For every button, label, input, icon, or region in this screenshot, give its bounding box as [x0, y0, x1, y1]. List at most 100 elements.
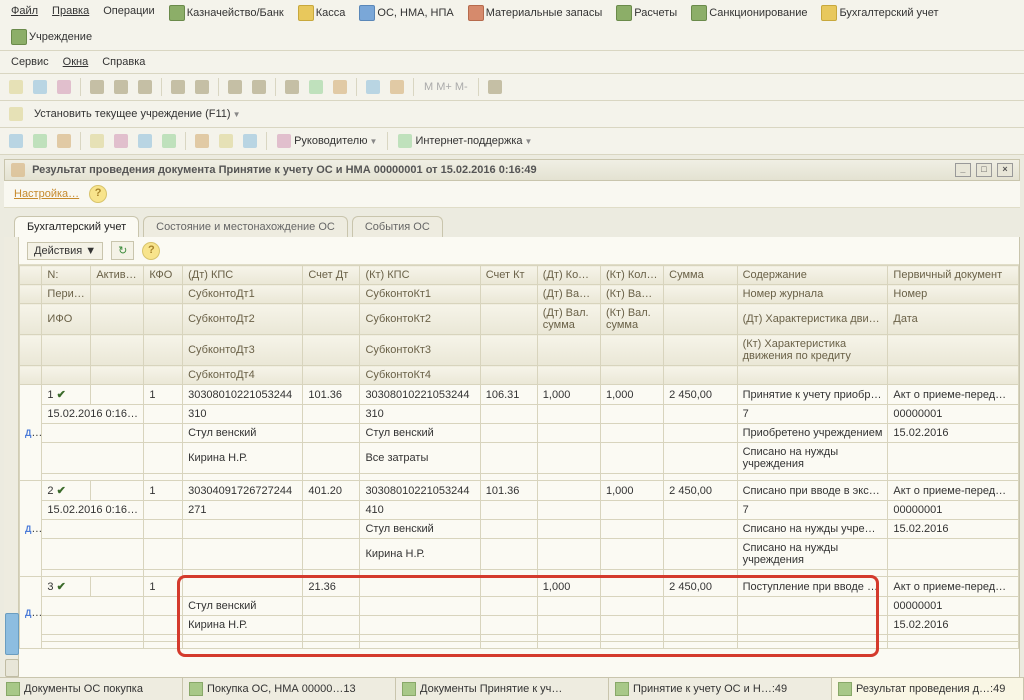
menu-edit[interactable]: Правка — [47, 3, 94, 23]
tb-new-icon[interactable] — [6, 77, 26, 97]
menu-sanction[interactable]: Санкционирование — [686, 3, 812, 23]
col-header[interactable]: СубконтоКт3 — [360, 335, 480, 366]
tb-d-icon[interactable] — [306, 77, 326, 97]
col-header[interactable]: ИФО — [42, 304, 91, 335]
col-header[interactable]: (Дт) КПС — [183, 266, 303, 285]
table-row[interactable]: Кирина Н.Р.Все затратыСписано на нужды у… — [20, 443, 1019, 474]
menu-cash[interactable]: Касса — [293, 3, 351, 23]
status-tab-3[interactable]: Принятие к учету ОС и Н…:49 — [609, 678, 832, 700]
tb-wrench-icon[interactable] — [485, 77, 505, 97]
tb-a-icon[interactable] — [225, 77, 245, 97]
table-row[interactable]: ДК3 ✔121.361,0002 450,00Поступление при … — [20, 577, 1019, 597]
table-row[interactable] — [20, 642, 1019, 649]
status-tab-0[interactable]: Документы ОС покупка — [0, 678, 183, 700]
col-header[interactable]: Дата — [888, 304, 1019, 335]
col-header[interactable]: Номер — [888, 285, 1019, 304]
col-header[interactable] — [480, 304, 537, 335]
tb-set-org[interactable]: Установить текущее учреждение (F11)▼ — [30, 106, 245, 122]
col-header[interactable] — [91, 366, 144, 385]
table-row[interactable]: Стул венский00000001 — [20, 597, 1019, 616]
col-header[interactable]: Первичный документ — [888, 266, 1019, 285]
tb-cal-icon[interactable] — [387, 77, 407, 97]
table-row[interactable]: Кирина Н.Р.Списано на нужды учреждения — [20, 539, 1019, 570]
table-row[interactable]: ДК1 ✔130308010221053244101.3630308010221… — [20, 385, 1019, 405]
menu-materials[interactable]: Материальные запасы — [463, 3, 608, 23]
gutter-scroll-icon[interactable] — [5, 613, 19, 655]
col-header[interactable] — [91, 335, 144, 366]
status-tab-2[interactable]: Документы Принятие к уч… — [396, 678, 609, 700]
col-header[interactable]: (Дт) Коли… — [537, 266, 600, 285]
t3-8-icon[interactable] — [192, 131, 212, 151]
col-header[interactable] — [537, 335, 600, 366]
col-header[interactable]: (Кт) КПС — [360, 266, 480, 285]
col-header[interactable] — [144, 304, 183, 335]
col-header[interactable] — [144, 335, 183, 366]
col-header[interactable] — [144, 285, 183, 304]
menu-file[interactable]: Файл — [6, 3, 43, 23]
window-close-icon[interactable]: × — [997, 163, 1013, 177]
col-header[interactable] — [480, 285, 537, 304]
col-header[interactable] — [303, 335, 360, 366]
col-header[interactable] — [20, 304, 42, 335]
col-header[interactable] — [664, 366, 737, 385]
col-header[interactable] — [303, 366, 360, 385]
tb-cut-icon[interactable] — [87, 77, 107, 97]
tb-paste-icon[interactable] — [135, 77, 155, 97]
col-header[interactable]: СубконтоДт3 — [183, 335, 303, 366]
t3-1-icon[interactable] — [6, 131, 26, 151]
col-header[interactable] — [144, 366, 183, 385]
table-row[interactable] — [20, 570, 1019, 577]
col-header[interactable]: Сумма — [664, 266, 737, 285]
menu-calculations[interactable]: Расчеты — [611, 3, 682, 23]
table-row[interactable] — [20, 474, 1019, 481]
tab-events[interactable]: События ОС — [352, 216, 443, 237]
col-header[interactable] — [91, 285, 144, 304]
col-header[interactable] — [20, 335, 42, 366]
col-header[interactable]: СубконтоКт2 — [360, 304, 480, 335]
col-header[interactable] — [537, 366, 600, 385]
col-header[interactable]: Номер журнала — [737, 285, 888, 304]
col-header[interactable]: СубконтоКт1 — [360, 285, 480, 304]
menu-operations[interactable]: Операции — [98, 3, 159, 23]
col-header[interactable]: (Дт) Вал. сумма — [537, 304, 600, 335]
tb-calc-icon[interactable] — [363, 77, 383, 97]
status-tab-4[interactable]: Результат проведения д…:49 — [832, 678, 1024, 700]
col-header[interactable] — [480, 366, 537, 385]
col-header[interactable] — [42, 366, 91, 385]
menu-help[interactable]: Справка — [97, 54, 150, 70]
col-header[interactable]: КФО — [144, 266, 183, 285]
col-header[interactable]: Содержание — [737, 266, 888, 285]
window-minimize-icon[interactable]: _ — [955, 163, 971, 177]
col-header[interactable] — [20, 366, 42, 385]
tb-copy-icon[interactable] — [111, 77, 131, 97]
col-header[interactable] — [664, 304, 737, 335]
col-header[interactable] — [600, 335, 663, 366]
t3-lead[interactable]: Руководителю▼ — [273, 132, 381, 150]
col-header[interactable] — [737, 366, 888, 385]
grid-actions-button[interactable]: Действия ▼ — [27, 242, 103, 260]
settings-link[interactable]: Настройка… — [14, 188, 79, 200]
col-header[interactable]: СубконтоДт1 — [183, 285, 303, 304]
col-header[interactable] — [42, 335, 91, 366]
menu-windows[interactable]: Окна — [58, 54, 94, 70]
t3-2-icon[interactable] — [30, 131, 50, 151]
t3-3-icon[interactable] — [54, 131, 74, 151]
col-header[interactable]: (Дт) Валю… — [537, 285, 600, 304]
menu-org[interactable]: Учреждение — [6, 27, 97, 47]
col-header[interactable]: Актив… — [91, 266, 144, 285]
col-header[interactable]: СубконтоДт2 — [183, 304, 303, 335]
table-row[interactable]: Стул венскийСтул венскийПриобретено учре… — [20, 424, 1019, 443]
col-header[interactable]: Счет Дт — [303, 266, 360, 285]
tb-b-icon[interactable] — [249, 77, 269, 97]
tb-save-icon[interactable] — [54, 77, 74, 97]
col-header[interactable] — [664, 285, 737, 304]
tb-e-icon[interactable] — [330, 77, 350, 97]
col-header[interactable]: (Дт) Характеристика дви… — [737, 304, 888, 335]
grid-refresh-icon[interactable]: ↻ — [111, 241, 134, 260]
status-tab-1[interactable]: Покупка ОС, НМА 00000…13 — [183, 678, 396, 700]
menu-service[interactable]: Сервис — [6, 54, 54, 70]
table-row[interactable]: Стул венскийСписано на нужды учреж…15.02… — [20, 520, 1019, 539]
tab-accounting[interactable]: Бухгалтерский учет — [14, 216, 139, 237]
table-row[interactable]: 15.02.2016 0:16…271410700000001 — [20, 501, 1019, 520]
grid-help-icon[interactable]: ? — [142, 242, 160, 260]
